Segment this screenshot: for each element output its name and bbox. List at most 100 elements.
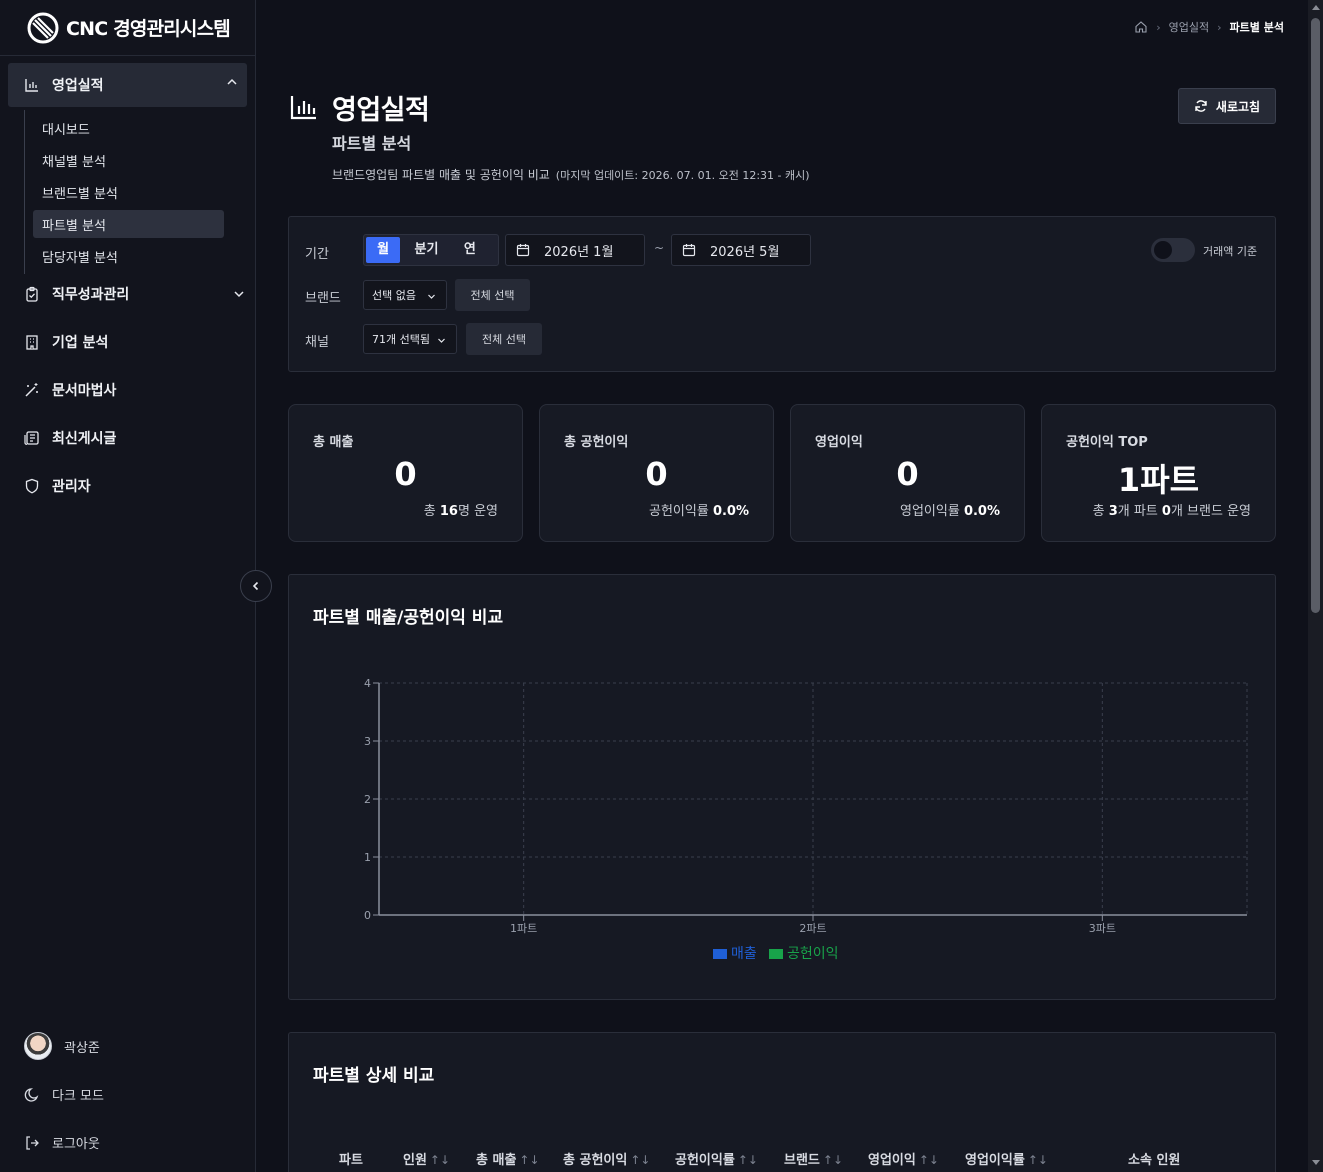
table-column-header: 소속 인원 [1128, 1149, 1180, 1168]
sort-icon[interactable]: ↑↓ [1028, 1153, 1048, 1167]
calendar-icon [682, 244, 696, 257]
channel-select-value: 71개 선택됨 [372, 333, 430, 346]
sort-icon[interactable]: ↑↓ [823, 1153, 843, 1167]
sidebar-item-company-analysis[interactable]: 기업 분석 [24, 330, 246, 354]
y-tick-label: 3 [364, 735, 371, 748]
column-label: 인원 [403, 1153, 427, 1168]
table-column-header[interactable]: 영업이익 ↑↓ [868, 1149, 939, 1168]
bar-chart: 0 1 2 3 4 1파트 2파트 3파트매출 공헌이익 [364, 677, 1248, 962]
table-column-header[interactable]: 총 매출 ↑↓ [476, 1149, 540, 1168]
kpi-foot-value: 0.0% [712, 504, 749, 519]
sidebar-item-brand-analysis[interactable]: 브랜드별 분석 [33, 178, 224, 206]
sidebar-item-channel-analysis[interactable]: 채널별 분석 [33, 146, 224, 174]
user-profile[interactable]: 곽상준 [24, 1032, 100, 1060]
update-note: (마지막 업데이트: 2026. 07. 01. 오전 12:31 - 캐시) [555, 169, 810, 182]
building-icon [26, 335, 38, 350]
period-month-button[interactable]: 월 [366, 237, 401, 263]
legend-label: 매출 [731, 946, 757, 962]
sidebar-group-sales[interactable]: 영업실적 [8, 63, 247, 107]
kpi-value: 1파트 [1117, 461, 1200, 499]
sidebar-item-label: 기업 분석 [52, 335, 109, 351]
kpi-card-total-contribution: 총 공헌이익 0 공헌이익률 0.0% [539, 404, 774, 542]
table-column-header[interactable]: 총 공헌이익 ↑↓ [563, 1149, 650, 1168]
breadcrumb-separator: › [1156, 20, 1161, 34]
chevron-down-icon[interactable] [232, 287, 246, 301]
x-tick-label: 1파트 [510, 922, 537, 935]
kpi-footnote: 영업이익률 0.0% [900, 500, 1000, 519]
scroll-down-arrow-icon[interactable] [1312, 1160, 1320, 1165]
bar-chart-icon [25, 79, 38, 92]
channel-select[interactable]: 71개 선택됨 [363, 324, 457, 354]
kpi-label: 영업이익 [815, 435, 863, 450]
scrollbar-thumb[interactable] [1311, 18, 1320, 613]
sidebar-item-performance[interactable]: 직무성과관리 [24, 282, 246, 306]
end-date-picker[interactable]: 2026년 5월 [671, 234, 811, 266]
page-subtitle: 파트별 분석 [332, 134, 412, 153]
period-label: 기간 [305, 247, 329, 262]
chevron-down-icon [438, 338, 445, 343]
chevron-down-icon [428, 294, 435, 299]
main-content: › 영업실적 › 파트별 분석 영업실적 파트별 분석 브랜드영업팀 파트별 매… [256, 0, 1308, 1172]
column-label: 총 공헌이익 [563, 1153, 628, 1168]
dark-mode-toggle[interactable]: 다크 모드 [24, 1085, 104, 1104]
start-date-value: 2026년 1월 [544, 244, 614, 260]
start-date-picker[interactable]: 2026년 1월 [505, 234, 645, 266]
table-column-header[interactable]: 인원 ↑↓ [403, 1149, 450, 1168]
part-comparison-chart-card: 파트별 매출/공헌이익 비교 0 1 2 3 4 1파트 2파트 3파트 매출 공헌이익 [288, 574, 1276, 1000]
period-year-button[interactable]: 연 [453, 237, 487, 263]
part-detail-table-card: 파트별 상세 비교 파트 인원 ↑↓ 총 매출 ↑↓ 총 공헌이익 ↑↓ 공헌이익률 ↑↓ 브랜드… [288, 1032, 1276, 1172]
app-logo[interactable]: CNC 경영관리시스템 [0, 0, 255, 56]
calendar-icon [516, 244, 530, 257]
kpi-label: 공헌이익 TOP [1066, 435, 1148, 450]
refresh-button[interactable]: 새로고침 [1178, 88, 1276, 124]
scroll-up-arrow-icon[interactable] [1312, 5, 1320, 10]
toggle-label: 거래액 기준 [1203, 245, 1258, 258]
column-label: 공헌이익률 [675, 1153, 735, 1168]
period-quarter-button[interactable]: 분기 [409, 237, 443, 263]
table-column-header[interactable]: 영업이익률 ↑↓ [965, 1149, 1048, 1168]
home-icon[interactable] [1134, 20, 1148, 34]
sort-icon[interactable]: ↑↓ [630, 1153, 650, 1167]
breadcrumb-current: 파트별 분석 [1229, 21, 1284, 34]
chevron-up-icon[interactable] [225, 75, 239, 89]
sidebar-collapse-button[interactable] [240, 570, 272, 602]
sort-icon[interactable]: ↑↓ [919, 1153, 939, 1167]
newspaper-icon [24, 431, 39, 445]
logo-icon [27, 12, 59, 43]
bar-chart-icon [290, 96, 316, 120]
sidebar-item-dashboard[interactable]: 대시보드 [33, 114, 224, 142]
channel-select-all-button[interactable]: 전체 선택 [466, 323, 542, 355]
sort-icon[interactable]: ↑↓ [430, 1153, 450, 1167]
column-label: 총 매출 [476, 1153, 517, 1168]
sidebar-item-part-analysis[interactable]: 파트별 분석 [33, 210, 224, 238]
breadcrumb-item-sales[interactable]: 영업실적 [1169, 19, 1209, 35]
kpi-label: 총 공헌이익 [564, 435, 629, 450]
column-label: 소속 인원 [1128, 1153, 1181, 1168]
kpi-foot-text: 개 브랜드 운영 [1170, 504, 1251, 519]
kpi-foot-value: 0.0% [963, 504, 1000, 519]
transaction-amount-toggle[interactable] [1151, 238, 1195, 262]
sidebar-item-admin[interactable]: 관리자 [24, 474, 246, 498]
brand-select[interactable]: 선택 없음 [363, 280, 447, 310]
table-column-header[interactable]: 브랜드 ↑↓ [784, 1149, 843, 1168]
brand-select-all-button[interactable]: 전체 선택 [455, 279, 530, 311]
vertical-scrollbar[interactable] [1308, 0, 1323, 1172]
legend-swatch [769, 949, 783, 959]
sort-icon[interactable]: ↑↓ [738, 1153, 758, 1167]
logout-label: 로그아웃 [52, 1137, 100, 1152]
y-tick-label: 0 [364, 909, 371, 922]
kpi-footnote: 공헌이익률 0.0% [649, 500, 749, 519]
magic-wand-icon [25, 383, 38, 397]
kpi-foot-text: 개 파트 [1117, 504, 1162, 519]
sidebar-item-document-wizard[interactable]: 문서마법사 [24, 378, 246, 402]
sidebar-item-latest-posts[interactable]: 최신게시글 [24, 426, 246, 450]
user-name: 곽상준 [64, 1040, 100, 1056]
sidebar-item-manager-analysis[interactable]: 담당자별 분석 [33, 242, 224, 270]
logout-button[interactable]: 로그아웃 [24, 1133, 100, 1152]
sort-icon[interactable]: ↑↓ [519, 1153, 539, 1167]
kpi-value: 0 [394, 455, 417, 493]
period-segmented-control: 월 분기 연 [363, 234, 499, 266]
kpi-foot-value: 0 [1161, 504, 1171, 519]
table-column-header[interactable]: 공헌이익률 ↑↓ [675, 1149, 758, 1168]
y-tick-label: 2 [364, 793, 371, 806]
